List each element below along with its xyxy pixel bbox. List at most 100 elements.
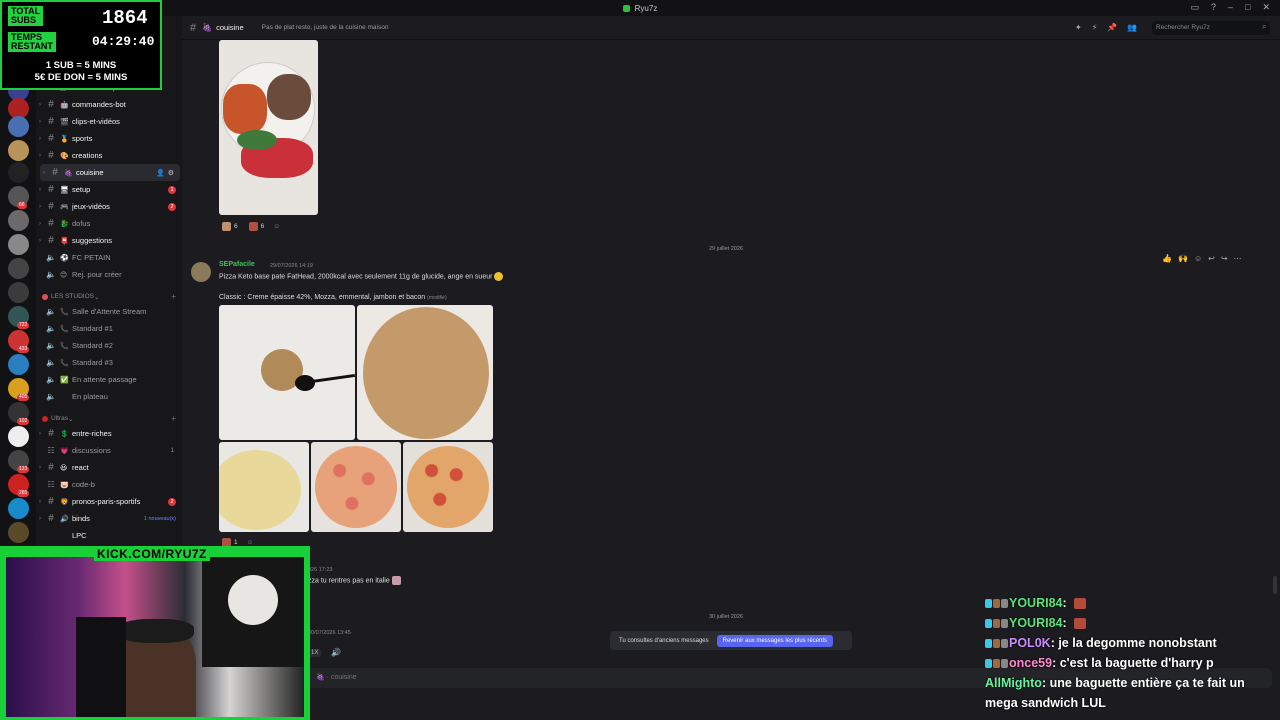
channel-item[interactable]: › # 😃 react <box>36 459 182 476</box>
channel-topic[interactable]: Pas de plat resto, juste de la cuisine m… <box>262 24 389 31</box>
channel-item[interactable]: › # 🎮 jeux-vidéos 2 <box>36 198 182 215</box>
channel-item[interactable]: › # 🔊 binds 1 nouveau(x) <box>36 510 182 527</box>
server-icon[interactable] <box>8 258 29 279</box>
unread-badge: 1 <box>168 185 176 194</box>
chevron-right-icon: › <box>43 169 45 176</box>
search-icon[interactable]: ⌕ <box>1262 22 1266 32</box>
inbox-icon[interactable]: ▭ <box>1190 2 1199 13</box>
composer-placeholder: couisine <box>330 674 357 681</box>
channel-item[interactable]: › # 🐉 dofus <box>36 215 182 232</box>
forward-icon[interactable]: ↪ <box>1221 254 1228 263</box>
hash-icon: # <box>48 150 54 161</box>
channel-item[interactable]: LPC <box>36 527 182 544</box>
add-channel-icon[interactable]: + <box>171 292 176 301</box>
channel-item[interactable]: 🔈 📞 Salle d'Attente Stream <box>36 303 182 320</box>
channel-item[interactable]: › # 🖥 setup 1 <box>36 181 182 198</box>
server-icon[interactable] <box>8 522 29 543</box>
channel-item[interactable]: 🔈 ✅ En attente passage <box>36 371 182 388</box>
server-icon[interactable] <box>8 210 29 231</box>
reply-icon[interactable]: ↩ <box>1208 254 1215 263</box>
add-channel-icon[interactable]: + <box>171 414 176 423</box>
food-image-part <box>237 130 277 150</box>
channel-emoji-icon: ⚽ <box>60 254 69 262</box>
jump-to-present-bar: Tu consultes d'anciens messages Revenir … <box>610 631 852 650</box>
close-button[interactable]: ✕ <box>1262 2 1270 13</box>
more-icon[interactable]: ⋯ <box>1234 254 1242 263</box>
channel-item[interactable]: › # 🎬 clips-et-vidéos <box>36 113 182 130</box>
chat-badge-icon <box>993 619 1000 629</box>
channel-item[interactable]: › # 🤖 commandes-bot <box>36 96 182 113</box>
message-text: Pizza Keto base pate FatHead, 2000kcal a… <box>219 272 504 281</box>
reaction-emoji-icon[interactable] <box>248 222 258 231</box>
server-icon[interactable] <box>8 162 29 183</box>
channel-item[interactable]: › # 🏅 sports <box>36 130 182 147</box>
members-icon[interactable]: 👥 <box>1127 23 1137 32</box>
avatar[interactable] <box>191 262 211 282</box>
channel-emoji-icon: 🐉 <box>60 220 69 228</box>
message-image-dough[interactable] <box>219 305 355 440</box>
add-reaction-icon[interactable]: ☺ <box>247 539 254 546</box>
message-image-slice[interactable] <box>403 442 493 532</box>
channel-item[interactable]: › # 📮 suggestions <box>36 232 182 249</box>
speaker-icon: 🔈 <box>46 307 56 316</box>
gear-icon[interactable]: ⚙ <box>168 169 174 177</box>
channel-emoji-icon: 📞 <box>60 359 69 367</box>
channel-item[interactable]: › # 🦁 pronos-paris-sportifs 2 <box>36 493 182 510</box>
pin-icon[interactable]: 📌 <box>1107 23 1117 32</box>
message-timestamp: 29/07/2026 14:19 <box>270 263 313 269</box>
channel-item[interactable]: 🔈 😊 Rej. pour créer <box>36 266 182 283</box>
reaction-emoji-icon[interactable] <box>222 222 231 231</box>
channel-item[interactable]: 🔈 📞 Standard #1 <box>36 320 182 337</box>
hash-icon: # <box>48 218 54 229</box>
spoon-image <box>295 375 315 391</box>
speaker-icon: 🔈 <box>46 341 56 350</box>
hash-icon: # <box>190 21 197 34</box>
server-icon[interactable] <box>8 116 29 137</box>
minimize-button[interactable]: – <box>1228 2 1233 13</box>
server-icon[interactable] <box>8 354 29 375</box>
react-emoji-icon[interactable]: 🙌 <box>1178 254 1188 263</box>
channel-item[interactable]: › # 💲 entre-riches <box>36 425 182 442</box>
channel-label: discussions <box>72 446 111 455</box>
channel-item[interactable]: › # 🍇 couisine 👤 ⚙ <box>40 164 180 181</box>
time-left-label: TEMPS RESTANT <box>8 32 56 52</box>
add-reaction-icon[interactable]: ☺ <box>1194 254 1202 263</box>
server-icon[interactable] <box>8 282 29 303</box>
scrollbar[interactable] <box>1273 576 1277 594</box>
jump-to-present-button[interactable]: Revenir aux messages les plus récents <box>716 634 834 647</box>
chat-username: once59 <box>1009 656 1053 670</box>
chat-username: AllMighto <box>985 676 1042 690</box>
volume-icon[interactable]: 🔊 <box>331 648 341 657</box>
react-emoji-icon[interactable]: 👍 <box>1162 254 1172 263</box>
server-icon[interactable] <box>8 140 29 161</box>
channel-item[interactable]: 🔈 📞 Standard #3 <box>36 354 182 371</box>
channel-item[interactable]: 🔈 ⚽ FC PETAIN <box>36 249 182 266</box>
channel-item[interactable]: 🔈 📞 Standard #2 <box>36 337 182 354</box>
channel-item[interactable]: › # 🎨 creations <box>36 147 182 164</box>
message-image-crust[interactable] <box>357 305 493 440</box>
message-author[interactable]: SEPafacile <box>219 261 255 268</box>
server-icon[interactable] <box>8 426 29 447</box>
playback-speed-button[interactable]: 1X <box>308 648 322 657</box>
help-icon[interactable]: ? <box>1211 2 1216 13</box>
chat-badge-icon <box>993 659 1000 669</box>
search-input[interactable]: Rechercher Ryu7z <box>1152 21 1270 35</box>
category-header[interactable]: Ultras ⌄ + <box>42 414 176 423</box>
channel-item[interactable]: ☷ 🐷 code-b <box>36 476 182 493</box>
add-member-icon[interactable]: 👤 <box>156 169 165 177</box>
message-image-pepperoni[interactable] <box>311 442 401 532</box>
server-icon[interactable] <box>8 498 29 519</box>
chat-badge-icon <box>993 599 1000 609</box>
channel-item[interactable]: 🔈 En plateau <box>36 388 182 405</box>
message-image-cheese[interactable] <box>219 442 309 532</box>
add-reaction-icon[interactable]: ☺ <box>273 223 280 230</box>
maximize-button[interactable]: □ <box>1245 2 1250 13</box>
threads-icon[interactable]: ✦ <box>1075 23 1082 32</box>
server-icon[interactable] <box>8 234 29 255</box>
category-header[interactable]: LES STUDIOS ⌄ + <box>42 292 176 301</box>
message-image-plate[interactable] <box>219 40 318 215</box>
channel-label: jeux-vidéos <box>72 202 110 211</box>
mute-bell-icon[interactable]: ⚡ <box>1092 23 1098 32</box>
channel-emoji-icon: 🎨 <box>60 152 69 160</box>
channel-item[interactable]: ☷ 💗 discussions 1 <box>36 442 182 459</box>
